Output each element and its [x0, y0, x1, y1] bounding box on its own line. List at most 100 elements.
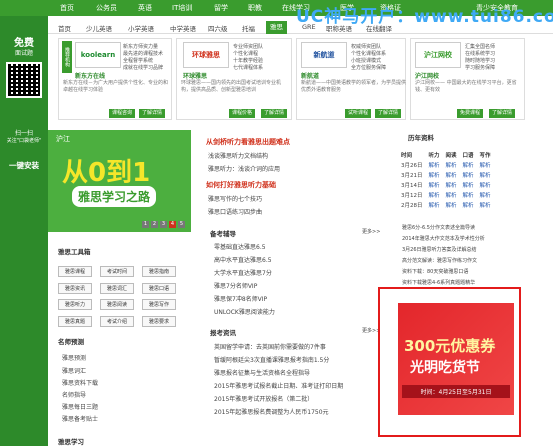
ad-block[interactable]: 300元优惠券 光明吃货节 时间：4月25日至5月31日: [378, 287, 521, 437]
ranking-item[interactable]: 雅思资料下载: [62, 378, 98, 387]
tool-button[interactable]: 雅思真题: [58, 316, 92, 327]
news-item[interactable]: 雅思报名征集与生活资格名全程指导: [214, 368, 310, 377]
analysis-link[interactable]: 解析: [460, 190, 477, 200]
partner-logo[interactable]: 沪江网校: [415, 42, 461, 68]
history-link[interactable]: 2014年雅思大作文范本及学术性分析: [402, 235, 485, 242]
tool-button[interactable]: 雅思要求: [142, 316, 176, 327]
guide-item[interactable]: 雅思保7冲8名师VIP: [214, 294, 267, 303]
subnav-item[interactable]: 托福: [242, 23, 255, 33]
analysis-link[interactable]: 解析: [460, 200, 477, 210]
topnav-item[interactable]: 公务员: [96, 3, 117, 13]
topnav-item[interactable]: 职教: [248, 3, 262, 13]
tool-button[interactable]: 雅思口语: [142, 283, 176, 294]
subnav-item[interactable]: 少儿英语: [86, 23, 112, 33]
guide-item[interactable]: 雅思7分名师VIP: [214, 281, 257, 290]
tool-button[interactable]: 考试时间: [100, 266, 134, 277]
news-link[interactable]: 雅思写作的七个技巧: [208, 194, 262, 203]
pager-dot[interactable]: 1: [142, 221, 149, 228]
analysis-link[interactable]: 解析: [443, 180, 460, 190]
news-link[interactable]: 浅谈雅思听力文档结构: [208, 151, 268, 160]
guide-item[interactable]: UNLOCK雅思阅读能力: [214, 307, 275, 316]
analysis-link[interactable]: 解析: [477, 170, 494, 180]
analysis-link[interactable]: 解析: [477, 190, 494, 200]
learn-more-button[interactable]: 了解详情: [375, 109, 402, 118]
subnav-item[interactable]: GRE: [302, 23, 316, 31]
history-link[interactable]: 雅思6分-6.5分作文表述全篇导读: [402, 224, 475, 231]
partner-logo[interactable]: 新航道: [301, 42, 347, 68]
analysis-link[interactable]: 解析: [426, 160, 443, 170]
history-link[interactable]: 高分范文解读：雅思写作练习作文: [402, 257, 477, 264]
subnav-item[interactable]: 职称英语: [326, 23, 352, 33]
analysis-link[interactable]: 解析: [460, 180, 477, 190]
analysis-link[interactable]: 解析: [443, 160, 460, 170]
trial-course-button[interactable]: 试听课程: [345, 109, 372, 118]
subnav-item[interactable]: 首页: [58, 23, 71, 33]
guide-item[interactable]: 零基础直达雅思6.5: [214, 242, 266, 251]
guide-item[interactable]: 高中水平直达雅思6.5: [214, 255, 272, 264]
analysis-link[interactable]: 解析: [426, 170, 443, 180]
partner-logo[interactable]: 环球雅思: [183, 42, 229, 68]
news-item[interactable]: 2015年雅思考试报名截止日期、准考证打印日期: [214, 381, 343, 390]
promo-banner[interactable]: 沪江 从0到1 雅思学习之路 1 2 3 4 5: [48, 130, 191, 232]
tool-button[interactable]: 雅思资讯: [58, 283, 92, 294]
headline-link[interactable]: 从剑桥听力看雅思出题难点: [206, 137, 290, 147]
analysis-link[interactable]: 解析: [426, 200, 443, 210]
tool-button[interactable]: 雅思阅读: [100, 299, 134, 310]
ranking-item[interactable]: 雅思备考贴士: [62, 414, 98, 423]
topnav-item[interactable]: 留学: [214, 3, 228, 13]
subnav-item-active[interactable]: 雅思: [266, 21, 287, 34]
free-label[interactable]: 免费: [0, 34, 48, 49]
ranking-item[interactable]: 名师指导: [62, 390, 86, 399]
analysis-link[interactable]: 解析: [477, 160, 494, 170]
tool-button[interactable]: 考试介绍: [100, 316, 134, 327]
analysis-link[interactable]: 解析: [460, 160, 477, 170]
partner-name[interactable]: 新东方在线: [75, 71, 105, 80]
pager-dot-active[interactable]: 4: [169, 221, 176, 228]
history-link[interactable]: 3月26日雅思听力答案及详解总结: [402, 246, 477, 253]
partner-name[interactable]: 沪江网校: [415, 71, 439, 80]
pager-dot[interactable]: 3: [160, 221, 167, 228]
ad-banner[interactable]: 300元优惠券 光明吃货节 时间：4月25日至5月31日: [398, 303, 514, 415]
learn-more-button[interactable]: 了解详情: [139, 109, 166, 118]
partner-name[interactable]: 新航道: [301, 71, 319, 80]
pager-dot[interactable]: 5: [178, 221, 185, 228]
topnav-item[interactable]: IT培训: [172, 3, 192, 13]
subnav-item[interactable]: 在线翻译: [366, 23, 392, 33]
course-consult-button[interactable]: 课程咨询: [109, 109, 136, 118]
ranking-item[interactable]: 雅思每日三题: [62, 402, 98, 411]
analysis-link[interactable]: 解析: [443, 170, 460, 180]
tool-button[interactable]: 雅思听力: [58, 299, 92, 310]
partner-logo[interactable]: koolearn: [75, 42, 121, 68]
install-button[interactable]: 一键安装: [0, 160, 48, 171]
subnav-item[interactable]: 小学英语: [128, 23, 154, 33]
news-link[interactable]: 雅思听力：浅谈介词的应用: [208, 164, 280, 173]
tool-button[interactable]: 雅思词汇: [100, 283, 134, 294]
learn-more-button[interactable]: 了解详情: [489, 109, 516, 118]
tool-button[interactable]: 雅思写作: [142, 299, 176, 310]
headline-link[interactable]: 如何打好雅思听力基础: [206, 180, 276, 190]
news-item[interactable]: 暂缓阿根廷尖3次直播课雅思报考指南1.5分: [214, 355, 329, 364]
history-link[interactable]: 资料下载：80天突破雅思口语: [402, 268, 468, 275]
analysis-link[interactable]: 解析: [426, 180, 443, 190]
pager-dot[interactable]: 2: [151, 221, 158, 228]
free-sub-label[interactable]: 面试题: [0, 48, 48, 57]
news-link[interactable]: 雅思口语练习四步曲: [208, 207, 262, 216]
topnav-item[interactable]: 英语: [138, 3, 152, 13]
analysis-link[interactable]: 解析: [477, 180, 494, 190]
guide-item[interactable]: 大学水平直达雅思7分: [214, 268, 272, 277]
news-item[interactable]: 2015年起雅思报名费调整为人民币1750元: [214, 407, 329, 416]
tool-button[interactable]: 雅思指南: [142, 266, 176, 277]
analysis-link[interactable]: 解析: [477, 200, 494, 210]
analysis-link[interactable]: 解析: [426, 190, 443, 200]
subnav-item[interactable]: 四六级: [208, 23, 228, 33]
history-link[interactable]: 资料下载雅思4-6系列真题题精华: [402, 279, 475, 286]
course-price-button[interactable]: 课程价格: [229, 109, 256, 118]
news-item[interactable]: 英国留学申请：去英国前你需要做的7件事: [214, 342, 326, 351]
free-course-button[interactable]: 免费课程: [457, 109, 484, 118]
partner-name[interactable]: 环球雅思: [183, 71, 207, 80]
analysis-link[interactable]: 解析: [443, 200, 460, 210]
news-item[interactable]: 2015年雅思考试开放报名（第二批）: [214, 394, 313, 403]
subnav-item[interactable]: 中学英语: [170, 23, 196, 33]
analysis-link[interactable]: 解析: [460, 170, 477, 180]
ranking-item[interactable]: 雅思词汇: [62, 366, 86, 375]
